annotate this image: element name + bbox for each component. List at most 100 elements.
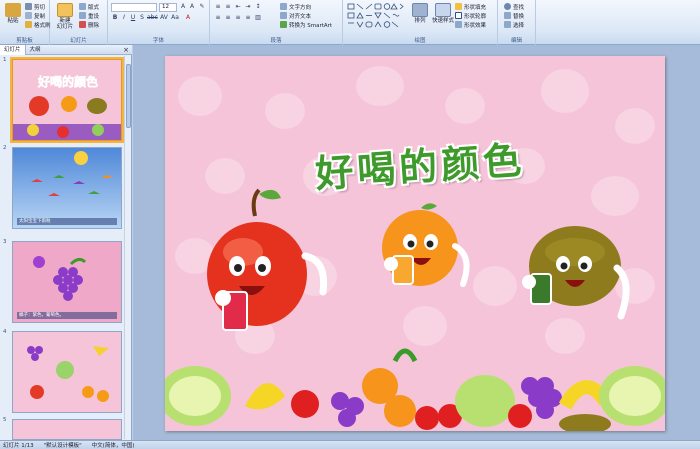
quick-styles-button[interactable]: 快速样式	[432, 3, 454, 33]
slide-number: 1	[3, 57, 7, 63]
paragraph-group-label: 段落	[270, 38, 282, 44]
increase-indent-button[interactable]: ⇥	[244, 3, 252, 11]
select-button[interactable]: 选择	[504, 20, 524, 29]
shape-fill-button[interactable]: 形状填充	[455, 2, 486, 11]
clipboard-group: 粘贴 剪切 复制 格式刷 剪贴板	[0, 0, 51, 45]
align-left-button[interactable]: ≡	[214, 14, 222, 22]
delete-icon	[79, 21, 86, 28]
cut-button[interactable]: 剪切	[25, 2, 45, 11]
italic-button[interactable]: I	[120, 14, 128, 22]
text-direction-button[interactable]: 文字方向	[280, 2, 311, 11]
font-name-combo[interactable]	[111, 3, 157, 12]
layout-button[interactable]: 版式	[79, 2, 99, 11]
shadow-button[interactable]: S	[138, 14, 146, 22]
thumbnail-art	[33, 256, 87, 301]
outline-icon	[455, 12, 462, 19]
effects-icon	[455, 21, 462, 28]
scissors-icon	[25, 3, 32, 10]
decrease-indent-button[interactable]: ⇤	[234, 3, 242, 11]
align-text-icon	[280, 12, 287, 19]
slides-panel: 幻灯片 大纲 × 1 好喝的颜色 2 太阳宝宝下雨啦 3 橘子：紫色，葡萄色。 …	[0, 44, 132, 440]
shape-effects-button[interactable]: 形状效果	[455, 20, 486, 29]
new-slide-button[interactable]: 新建 幻灯片	[53, 3, 77, 33]
fruit-border	[165, 348, 665, 431]
bullets-button[interactable]: ≡	[214, 3, 222, 11]
slide-thumbnail[interactable]: 好喝的颜色	[10, 57, 124, 143]
align-center-button[interactable]: ≡	[224, 14, 232, 22]
new-slide-icon	[57, 3, 73, 17]
slide-number: 3	[3, 239, 7, 245]
align-text-button[interactable]: 对齐文本	[280, 11, 311, 20]
line-spacing-button[interactable]: ↕	[254, 3, 262, 11]
slide-editor: 好喝的颜色	[133, 45, 700, 440]
slide-info: 幻灯片 1/13	[3, 443, 34, 449]
format-painter-button[interactable]: 格式刷	[25, 20, 51, 29]
tab-slides[interactable]: 幻灯片	[0, 44, 26, 55]
slide-number: 5	[3, 417, 7, 423]
clear-format-button[interactable]: ✎	[198, 3, 206, 11]
thumbnail-art	[31, 151, 113, 196]
copy-button[interactable]: 复制	[25, 11, 45, 20]
slide-thumbnail[interactable]	[12, 419, 122, 440]
thumbnail-art: 好喝的颜色	[13, 74, 121, 140]
drawing-group: 排列 快速样式 形状填充 形状轮廓 形状效果 绘图	[343, 0, 498, 45]
editing-group: 查找 替换 选择 编辑	[498, 0, 536, 45]
arrange-button[interactable]: 排列	[409, 3, 431, 33]
status-bar: 幻灯片 1/13 "默认设计模板" 中文(简体，中国)	[0, 440, 700, 449]
columns-button[interactable]: ▥	[254, 14, 262, 22]
justify-button[interactable]: ≡	[244, 14, 252, 22]
replace-icon	[504, 12, 511, 19]
shape-outline-button[interactable]: 形状轮廓	[455, 11, 486, 20]
fill-bucket-icon	[455, 3, 462, 10]
quick-styles-icon	[435, 3, 451, 17]
thumbnail-art	[27, 346, 109, 402]
font-group: 12 A A ✎ B I U S abc AV Aa A 字体	[108, 0, 210, 45]
close-panel-button[interactable]: ×	[123, 45, 129, 55]
theme-name[interactable]: "默认设计模板"	[44, 441, 82, 449]
grow-font-button[interactable]: A	[179, 3, 187, 11]
thumbnail-caption: 橘子：紫色，葡萄色。	[17, 312, 117, 319]
layout-icon	[79, 3, 86, 10]
scrollbar-thumb[interactable]	[126, 64, 131, 128]
slide-number: 4	[3, 329, 7, 335]
kiwi-character	[522, 226, 630, 320]
search-icon	[504, 3, 511, 10]
reset-button[interactable]: 重设	[79, 11, 99, 20]
paste-button[interactable]: 粘贴	[2, 3, 24, 33]
cursor-icon	[504, 21, 511, 28]
font-size-combo[interactable]: 12	[159, 3, 177, 12]
tab-outline[interactable]: 大纲	[26, 45, 45, 55]
editing-group-label: 编辑	[510, 38, 522, 44]
ribbon: 粘贴 剪切 复制 格式刷 剪贴板 新建 幻灯片 版式 重设 删除 幻灯片 12 …	[0, 0, 700, 45]
slide-thumbnail[interactable]	[12, 331, 122, 413]
slide-thumbnail[interactable]: 太阳宝宝下雨啦	[12, 147, 122, 229]
paste-icon	[5, 3, 21, 17]
slide-canvas[interactable]: 好喝的颜色	[165, 56, 665, 431]
change-case-button[interactable]: Aa	[171, 14, 179, 22]
shrink-font-button[interactable]: A	[188, 3, 196, 11]
font-group-label: 字体	[152, 38, 164, 44]
delete-slide-button[interactable]: 删除	[79, 20, 99, 29]
align-right-button[interactable]: ≡	[234, 14, 242, 22]
underline-button[interactable]: U	[129, 14, 137, 22]
char-spacing-button[interactable]: AV	[160, 14, 168, 22]
smartart-icon	[280, 21, 287, 28]
numbering-button[interactable]: ≡	[224, 3, 232, 11]
orange-character	[382, 203, 470, 287]
smartart-button[interactable]: 转换为 SmartArt	[280, 20, 332, 29]
panel-scrollbar[interactable]	[124, 56, 131, 439]
slide-thumbnail[interactable]: 橘子：紫色，葡萄色。	[12, 241, 122, 323]
paragraph-group: ≡ ≡ ⇤ ⇥ ↕ ≡ ≡ ≡ ≡ ▥ 文字方向 对齐文本 转换为 SmartA…	[210, 0, 343, 45]
replace-button[interactable]: 替换	[504, 11, 524, 20]
slides-group: 新建 幻灯片 版式 重设 删除 幻灯片	[50, 0, 108, 45]
bold-button[interactable]: B	[111, 14, 119, 22]
font-color-button[interactable]: A	[184, 14, 192, 22]
text-direction-icon	[280, 3, 287, 10]
panel-tabs: 幻灯片 大纲 ×	[0, 44, 132, 55]
strikethrough-button[interactable]: abc	[147, 14, 158, 22]
shapes-gallery[interactable]	[347, 3, 405, 31]
language-indicator[interactable]: 中文(简体，中国)	[92, 441, 135, 449]
arrange-icon	[412, 3, 428, 17]
slides-group-label: 幻灯片	[70, 38, 87, 44]
find-button[interactable]: 查找	[504, 2, 524, 11]
